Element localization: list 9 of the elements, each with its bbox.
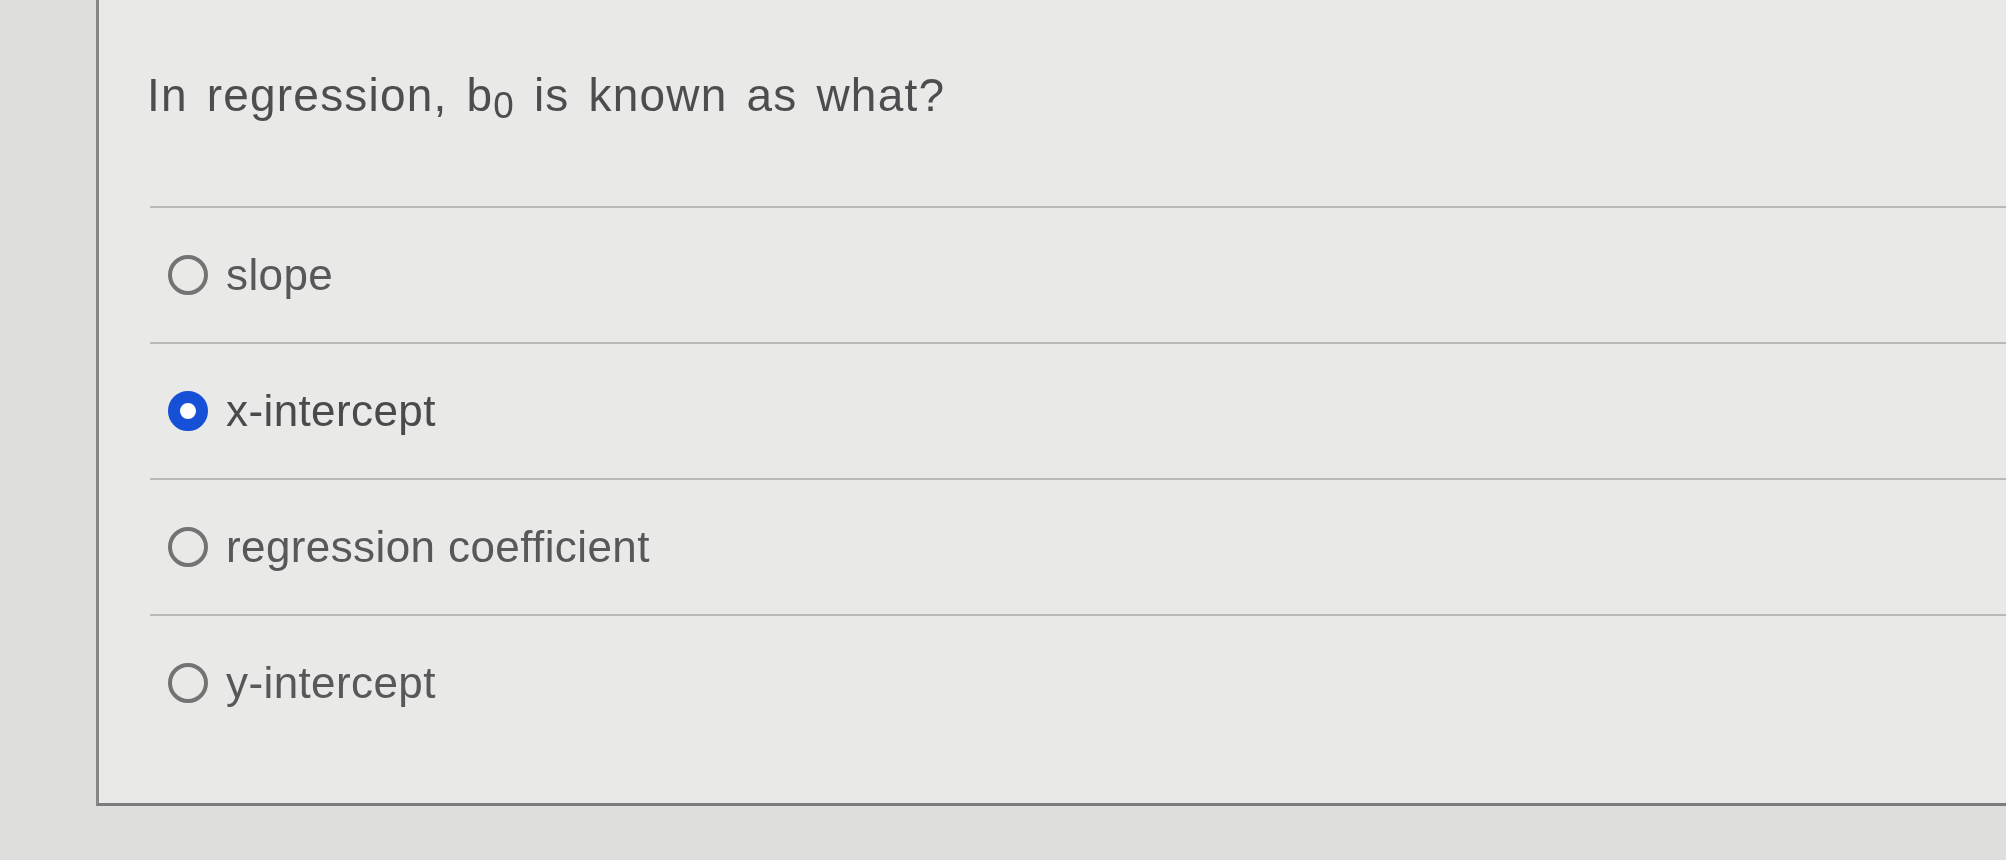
radio-button[interactable] (168, 663, 208, 703)
option-label[interactable]: slope (226, 249, 334, 301)
radio-button[interactable] (168, 255, 208, 295)
option-label[interactable]: y-intercept (226, 657, 436, 709)
radio-button[interactable] (168, 391, 208, 431)
radio-button[interactable] (168, 527, 208, 567)
option-label[interactable]: regression coefficient (226, 521, 650, 573)
question-text: In regression, b$_{0}$ is known as what? (147, 68, 946, 122)
option-label[interactable]: x-intercept (226, 385, 436, 437)
